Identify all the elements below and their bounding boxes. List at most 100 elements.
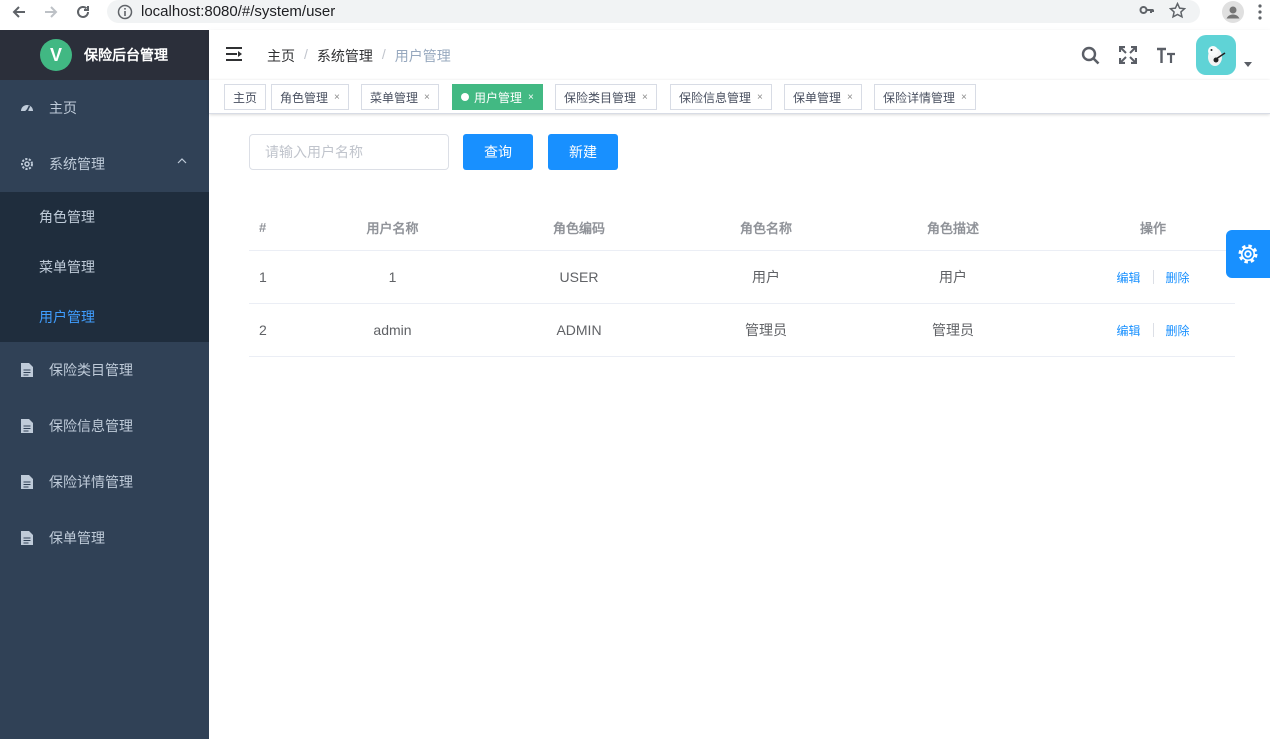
- info-icon: [117, 4, 133, 19]
- tag-label: 角色管理: [280, 90, 329, 105]
- active-dot-icon: [461, 93, 469, 101]
- sidebar-item-label: 保险信息管理: [49, 418, 133, 434]
- new-button[interactable]: 新建: [548, 134, 618, 170]
- header-username: 用户名称: [366, 221, 419, 236]
- tag-insurance-category[interactable]: 保险类目管理 ×: [555, 84, 657, 110]
- breadcrumb-item-system[interactable]: 系统管理: [317, 46, 373, 66]
- gear-icon: [20, 157, 34, 171]
- cell-index: 1: [259, 269, 267, 285]
- document-icon: [20, 419, 34, 433]
- query-button[interactable]: 查询: [463, 134, 533, 170]
- reload-icon[interactable]: [72, 1, 94, 23]
- dashboard-icon: [20, 101, 34, 115]
- breadcrumb-separator: /: [304, 46, 308, 62]
- table-row: 1 1 USER 用户 用户 编辑 删除: [249, 251, 1235, 304]
- user-table: # 用户名称 角色编码 角色名称 角色描述 操作 1 1 USER 用户 用户 …: [249, 205, 1235, 357]
- tag-label: 用户管理: [474, 90, 523, 105]
- sidebar-item-label: 保单管理: [49, 530, 105, 546]
- breadcrumb-separator: /: [381, 46, 386, 62]
- sidebar-item-label: 用户管理: [39, 309, 95, 325]
- close-icon[interactable]: ×: [642, 92, 648, 103]
- close-icon[interactable]: ×: [961, 92, 967, 103]
- gear-icon: [1238, 244, 1258, 264]
- document-icon: [20, 475, 34, 489]
- sidebar-item-label: 角色管理: [39, 209, 95, 225]
- header-role-name: 角色名称: [739, 221, 792, 236]
- logo-bar[interactable]: V 保险后台管理: [0, 30, 209, 80]
- sidebar-item-insurance-detail[interactable]: 保险详情管理: [0, 454, 209, 510]
- back-arrow-icon[interactable]: [8, 1, 30, 23]
- address-bar[interactable]: localhost:8080/#/system/user: [107, 0, 1200, 23]
- sidebar-item-policy[interactable]: 保单管理: [0, 510, 209, 566]
- edit-link[interactable]: 编辑: [1116, 269, 1140, 286]
- table-header: # 用户名称 角色编码 角色名称 角色描述 操作: [249, 205, 1235, 251]
- sidebar-item-menu[interactable]: 菜单管理: [0, 242, 209, 292]
- navbar: 主页 / 系统管理 / 用户管理: [209, 30, 1270, 80]
- cell-role-desc: 用户: [939, 269, 967, 285]
- tag-insurance-info[interactable]: 保险信息管理 ×: [670, 84, 772, 110]
- cell-role-code: USER: [559, 269, 599, 285]
- forward-arrow-icon[interactable]: [40, 1, 62, 23]
- tag-insurance-detail[interactable]: 保险详情管理 ×: [874, 84, 976, 110]
- tags-view: 主页 角色管理 × 菜单管理 × 用户管理 × 保险类目管理 × 保险信息管理 × 保单管…: [209, 80, 1270, 114]
- header-role-desc: 角色描述: [926, 221, 979, 236]
- sidebar-item-label: 系统管理: [49, 156, 105, 172]
- cell-role-name: 管理员: [745, 322, 787, 338]
- tag-user[interactable]: 用户管理 ×: [452, 84, 543, 110]
- breadcrumb: 主页 / 系统管理 / 用户管理: [267, 46, 451, 66]
- cell-username: 1: [388, 269, 397, 285]
- breadcrumb-item-current: 用户管理: [394, 48, 451, 64]
- search-icon[interactable]: [1080, 45, 1100, 65]
- edit-link[interactable]: 编辑: [1116, 322, 1140, 339]
- font-size-icon[interactable]: [1156, 45, 1176, 65]
- star-icon[interactable]: [1169, 2, 1186, 19]
- cell-username: admin: [373, 322, 412, 338]
- close-icon[interactable]: ×: [424, 92, 430, 103]
- hamburger-icon[interactable]: [225, 46, 243, 65]
- sidebar-item-label: 保险详情管理: [49, 474, 133, 490]
- sidebar-item-insurance-info[interactable]: 保险信息管理: [0, 398, 209, 454]
- fullscreen-icon[interactable]: [1118, 45, 1138, 65]
- close-icon[interactable]: ×: [757, 92, 763, 103]
- header-actions: 操作: [1139, 221, 1166, 236]
- sidebar-item-user[interactable]: 用户管理: [0, 292, 209, 342]
- vue-logo-icon: V: [40, 39, 72, 71]
- profile-icon[interactable]: [1222, 1, 1244, 23]
- cell-role-name: 用户: [752, 269, 780, 285]
- breadcrumb-item-home[interactable]: 主页: [267, 46, 295, 66]
- tag-label: 保险类目管理: [564, 90, 637, 105]
- tag-policy[interactable]: 保单管理 ×: [784, 84, 862, 110]
- settings-panel-button[interactable]: [1226, 230, 1270, 278]
- close-icon[interactable]: ×: [847, 92, 853, 103]
- delete-link[interactable]: 删除: [1166, 269, 1190, 286]
- tag-home[interactable]: 主页: [224, 84, 267, 110]
- key-icon[interactable]: [1139, 2, 1155, 18]
- header-role-code: 角色编码: [552, 221, 605, 236]
- divider: [1152, 323, 1154, 337]
- tag-label: 菜单管理: [370, 90, 419, 105]
- header-index: #: [259, 220, 267, 235]
- sidebar-item-insurance-category[interactable]: 保险类目管理: [0, 342, 209, 398]
- system-submenu: 角色管理 菜单管理 用户管理: [0, 192, 209, 342]
- avatar[interactable]: [1196, 35, 1236, 75]
- sidebar-item-system[interactable]: 系统管理: [0, 136, 209, 192]
- document-icon: [20, 531, 34, 545]
- username-search-input[interactable]: [249, 134, 449, 170]
- cell-role-desc: 管理员: [932, 322, 974, 338]
- caret-down-icon[interactable]: [1244, 61, 1252, 67]
- sidebar-item-role[interactable]: 角色管理: [0, 192, 209, 242]
- tag-label: 保险详情管理: [883, 90, 956, 105]
- delete-link[interactable]: 删除: [1166, 322, 1190, 339]
- chevron-up-icon: [177, 158, 187, 164]
- tag-role[interactable]: 角色管理 ×: [271, 84, 349, 110]
- more-vert-icon[interactable]: [1258, 4, 1262, 20]
- app-title: 保险后台管理: [84, 47, 168, 63]
- sidebar-item-home[interactable]: 主页: [0, 80, 209, 136]
- document-icon: [20, 363, 34, 377]
- cell-actions: 编辑 删除: [1071, 322, 1235, 339]
- table-row: 2 admin ADMIN 管理员 管理员 编辑 删除: [249, 304, 1235, 357]
- close-icon[interactable]: ×: [528, 92, 534, 103]
- tag-menu[interactable]: 菜单管理 ×: [361, 84, 439, 110]
- sidebar: V 保险后台管理 主页 系统管理 角色管理 菜单管理 用户管理 保险类目管理 保…: [0, 30, 209, 739]
- close-icon[interactable]: ×: [334, 92, 340, 103]
